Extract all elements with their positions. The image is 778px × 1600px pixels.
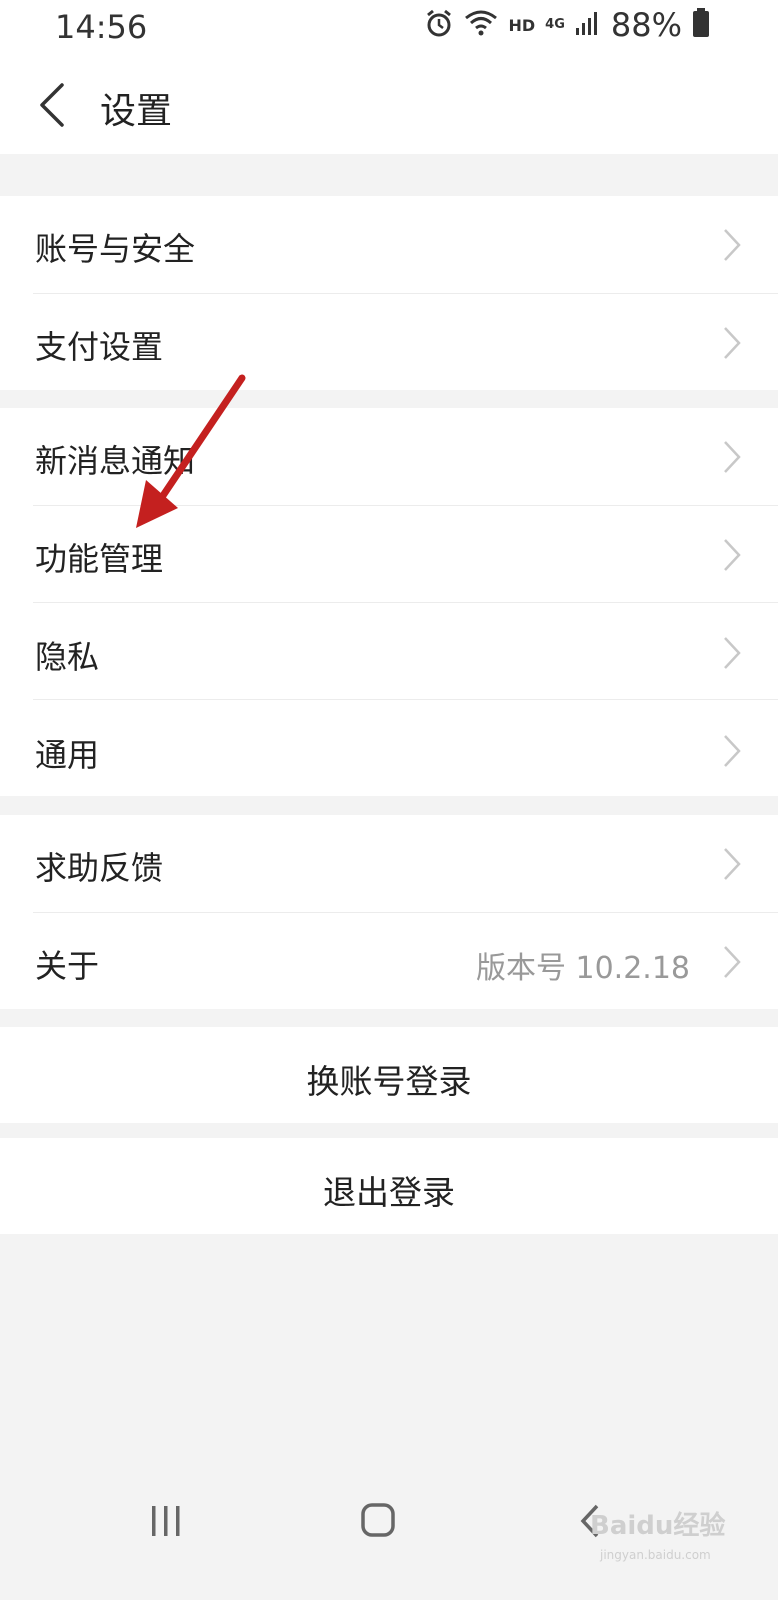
logout-button[interactable]: 退出登录: [0, 1138, 778, 1234]
status-icons: HD 4G 88%: [424, 6, 710, 44]
chevron-right-icon: [722, 440, 742, 474]
status-time: 14:56: [55, 8, 148, 46]
chevron-right-icon: [722, 734, 742, 768]
status-bar: 14:56 HD 4G 88%: [0, 0, 778, 54]
settings-item-payment[interactable]: 支付设置: [0, 294, 778, 392]
page-title: 设置: [100, 91, 173, 132]
battery-level: 88%: [610, 6, 682, 44]
settings-item-label: 支付设置: [35, 328, 164, 366]
watermark-url: jingyan.baidu.com: [600, 1548, 711, 1562]
wifi-icon: [464, 8, 498, 42]
settings-item-notifications[interactable]: 新消息通知: [0, 408, 778, 506]
settings-item-account-security[interactable]: 账号与安全: [0, 196, 778, 294]
chevron-right-icon: [722, 945, 742, 979]
settings-group-help: 求助反馈 关于 版本号 10.2.18: [0, 815, 778, 1009]
navigation-bar: 设置: [0, 54, 778, 154]
settings-item-label: 账号与安全: [35, 230, 196, 268]
divider: [33, 602, 778, 603]
alarm-icon: [424, 8, 454, 42]
chevron-right-icon: [722, 847, 742, 881]
settings-group-features: 新消息通知 功能管理 隐私 通用: [0, 408, 778, 796]
settings-item-help-feedback[interactable]: 求助反馈: [0, 815, 778, 913]
battery-icon: [692, 8, 710, 42]
settings-item-label: 隐私: [35, 638, 100, 676]
switch-account-label: 换账号登录: [306, 1062, 472, 1101]
settings-item-label: 通用: [35, 736, 100, 774]
network-type: 4G: [545, 17, 565, 32]
watermark-logo: Baidu经验: [590, 1511, 726, 1541]
chevron-right-icon: [722, 228, 742, 262]
signal-icon: [575, 10, 601, 40]
annotation-arrow-icon: [136, 374, 246, 528]
divider: [33, 699, 778, 700]
hd-indicator: HD: [508, 15, 536, 35]
settings-group-account: 账号与安全 支付设置: [0, 196, 778, 390]
chevron-right-icon: [722, 538, 742, 572]
settings-item-about[interactable]: 关于 版本号 10.2.18: [0, 913, 778, 1011]
settings-item-general[interactable]: 通用: [0, 702, 778, 800]
logout-label: 退出登录: [323, 1173, 455, 1212]
settings-item-label: 关于: [35, 947, 100, 985]
chevron-right-icon: [722, 326, 742, 360]
settings-item-label: 功能管理: [35, 540, 164, 578]
home-icon[interactable]: [360, 1502, 396, 1542]
switch-account-button[interactable]: 换账号登录: [0, 1027, 778, 1123]
settings-item-label: 求助反馈: [35, 849, 164, 887]
settings-item-privacy[interactable]: 隐私: [0, 604, 778, 702]
back-icon[interactable]: [30, 80, 80, 130]
recent-apps-icon[interactable]: [150, 1504, 182, 1542]
chevron-right-icon: [722, 636, 742, 670]
settings-item-feature-management[interactable]: 功能管理: [0, 506, 778, 604]
version-text: 版本号 10.2.18: [475, 951, 690, 986]
